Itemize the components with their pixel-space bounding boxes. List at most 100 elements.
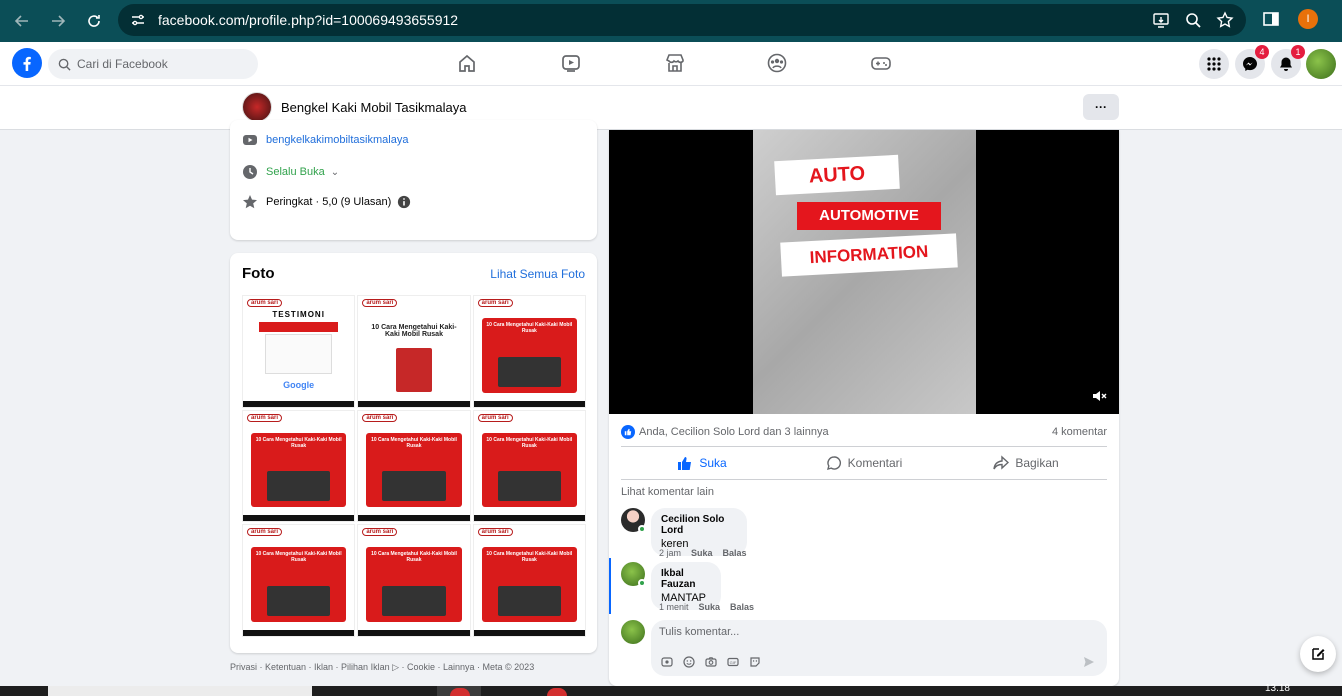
photo-footer-strip — [358, 515, 470, 522]
zoom-icon[interactable] — [1184, 11, 1202, 29]
taskbar-clock[interactable]: 13.18 — [1265, 683, 1290, 694]
comment-like-link[interactable]: Suka — [699, 602, 721, 612]
mute-icon[interactable] — [1091, 388, 1107, 404]
photo-thumbnail[interactable]: arum sari 10 Cara Mengetahui Kaki-Kaki Mo… — [242, 409, 356, 523]
facebook-logo-icon[interactable] — [12, 48, 42, 78]
comment-reply-link[interactable]: Balas — [730, 602, 754, 612]
video-player[interactable]: AUTO AUTOMOTIVE INFORMATION — [609, 130, 1119, 414]
photo-thumbnail[interactable]: arum sari 10 Cara Mengetahui Kaki-Kaki Mo… — [242, 524, 356, 637]
notifications-button[interactable]: 1 — [1271, 45, 1305, 79]
footer-links[interactable]: Privasi · Ketentuan · Iklan · Pilihan Ik… — [230, 662, 534, 673]
taskbar-app-icon[interactable] — [450, 688, 470, 696]
address-bar[interactable]: facebook.com/profile.php?id=100069493655… — [118, 4, 1246, 36]
info-icon[interactable] — [397, 195, 411, 209]
photo-image — [267, 586, 331, 616]
photo-footer-strip — [358, 400, 470, 407]
tab-gaming[interactable] — [870, 52, 894, 76]
photo-thumbnail[interactable]: arum sari 10 Cara Mengetahui Kaki-Kaki Mo… — [357, 409, 471, 523]
online-status-dot — [638, 525, 646, 533]
comment-time[interactable]: 1 menit — [659, 602, 689, 612]
page-header-bar: Bengkel Kaki Mobil Tasikmalaya ··· — [0, 86, 1342, 130]
page-avatar[interactable] — [242, 92, 272, 122]
chevron-down-icon[interactable]: ⌄ — [331, 167, 339, 178]
emoji-icon[interactable] — [683, 656, 695, 668]
comment-time[interactable]: 2 jam — [659, 548, 681, 558]
youtube-link[interactable]: bengkelkakimobiltasikmalaya — [266, 134, 408, 146]
write-comment-placeholder: Tulis komentar... — [659, 626, 740, 638]
like-button[interactable]: Suka — [621, 447, 783, 479]
tab-home[interactable] — [456, 52, 480, 76]
photo-footer-strip — [473, 400, 585, 407]
photo-thumbnail[interactable]: arum sari 10 Cara Mengetahui Kaki-Kaki Mo… — [472, 409, 586, 523]
camera-icon[interactable] — [705, 656, 717, 668]
taskbar-search[interactable] — [48, 686, 312, 696]
comment-count[interactable]: 4 komentar — [1052, 426, 1107, 438]
bookmark-star-icon[interactable] — [1216, 11, 1234, 29]
commenter-name[interactable]: Ikbal Fauzan — [661, 568, 711, 590]
photo-footer-strip — [243, 630, 355, 636]
sticker-icon[interactable] — [749, 656, 761, 668]
online-status-dot — [638, 579, 646, 587]
side-panel-icon[interactable] — [1262, 10, 1280, 28]
avatar-sticker-icon[interactable] — [661, 656, 673, 668]
photo-red-panel: 10 Cara Mengetahui Kaki-Kaki Mobil Rusak — [251, 547, 347, 622]
see-more-comments-link[interactable]: Lihat komentar lain — [621, 486, 714, 498]
tab-marketplace[interactable] — [664, 52, 688, 76]
youtube-icon — [243, 135, 257, 145]
write-comment-input[interactable]: Tulis komentar... GIF — [651, 620, 1107, 676]
photo-thumbnail[interactable]: arum sari 10 Cara Mengetahui Kaki-Kaki Mo… — [472, 524, 586, 637]
comment-reply-link[interactable]: Balas — [723, 548, 747, 558]
photo-brand-logo: arum sari — [477, 528, 513, 537]
facebook-search-input[interactable]: Cari di Facebook — [48, 49, 258, 79]
share-label: Bagikan — [1015, 456, 1059, 470]
send-icon[interactable] — [1083, 656, 1095, 668]
taskbar-app-icon[interactable] — [547, 688, 567, 696]
browser-profile-avatar[interactable]: I — [1298, 9, 1318, 29]
photo-title: 10 Cara Mengetahui Kaki-Kaki Mobil Rusak — [255, 436, 342, 449]
forward-button[interactable] — [40, 3, 76, 39]
comment-like-link[interactable]: Suka — [691, 548, 713, 558]
photo-brand-logo: arum sari — [247, 299, 283, 307]
facebook-top-nav: Cari di Facebook 4 1 — [0, 42, 1342, 86]
my-avatar[interactable] — [621, 620, 645, 644]
gif-icon[interactable]: GIF — [727, 656, 739, 668]
new-message-button[interactable] — [1300, 636, 1336, 672]
share-button[interactable]: Bagikan — [945, 447, 1107, 479]
more-options-button[interactable]: ··· — [1083, 94, 1119, 120]
commenter-name[interactable]: Cecilion Solo Lord — [661, 514, 737, 536]
reload-button[interactable] — [76, 3, 112, 39]
hours-text[interactable]: Selalu Buka — [266, 166, 325, 178]
messenger-button[interactable]: 4 — [1235, 45, 1269, 79]
groups-icon — [767, 53, 787, 73]
install-app-icon[interactable] — [1152, 11, 1170, 29]
page-title[interactable]: Bengkel Kaki Mobil Tasikmalaya — [281, 100, 466, 115]
reload-icon — [88, 15, 100, 27]
comment-meta: 2 jam Suka Balas — [659, 548, 747, 558]
comment-button[interactable]: Komentari — [783, 447, 945, 479]
photo-thumbnail[interactable]: arum sari 10 Cara Mengetahui Kaki-Kaki Mo… — [357, 524, 471, 637]
intro-hours-row: Selalu Buka ⌄ — [242, 164, 339, 180]
notifications-badge: 1 — [1291, 45, 1305, 59]
photo-thumbnail[interactable]: arum sari TESTIMONI Google — [242, 295, 356, 408]
photo-thumbnail[interactable]: arum sari 10 Cara Mengetahui Kaki-Kaki Mo… — [357, 295, 471, 408]
video-icon — [562, 55, 580, 72]
photo-thumbnail[interactable]: arum sari 10 Cara Mengetahui Kaki-Kaki Mo… — [472, 295, 586, 408]
site-settings-icon[interactable] — [130, 12, 146, 28]
photo-brand-logo: arum sari — [477, 299, 513, 307]
video-thumbnail: AUTO AUTOMOTIVE INFORMATION — [753, 130, 976, 414]
menu-button[interactable] — [1199, 49, 1229, 79]
photo-image — [267, 471, 331, 502]
photo-title: 10 Cara Mengetahui Kaki-Kaki Mobil Rusak — [486, 322, 573, 334]
tab-video[interactable] — [560, 52, 584, 76]
photo-red-panel: 10 Cara Mengetahui Kaki-Kaki Mobil Rusak — [481, 318, 577, 393]
tab-groups[interactable] — [766, 52, 790, 76]
back-button[interactable] — [4, 3, 40, 39]
search-icon — [58, 58, 71, 71]
arrow-left-icon — [14, 15, 28, 27]
reactions-summary[interactable]: Anda, Cecilion Solo Lord dan 3 lainnya 4… — [621, 422, 1107, 442]
photo-title: 10 Cara Mengetahui Kaki-Kaki Mobil Rusak — [486, 551, 573, 564]
see-all-photos-link[interactable]: Lihat Semua Foto — [490, 267, 585, 281]
url-text[interactable]: facebook.com/profile.php?id=100069493655… — [158, 12, 458, 28]
account-avatar[interactable] — [1306, 49, 1336, 79]
grid-menu-icon — [1207, 57, 1221, 71]
